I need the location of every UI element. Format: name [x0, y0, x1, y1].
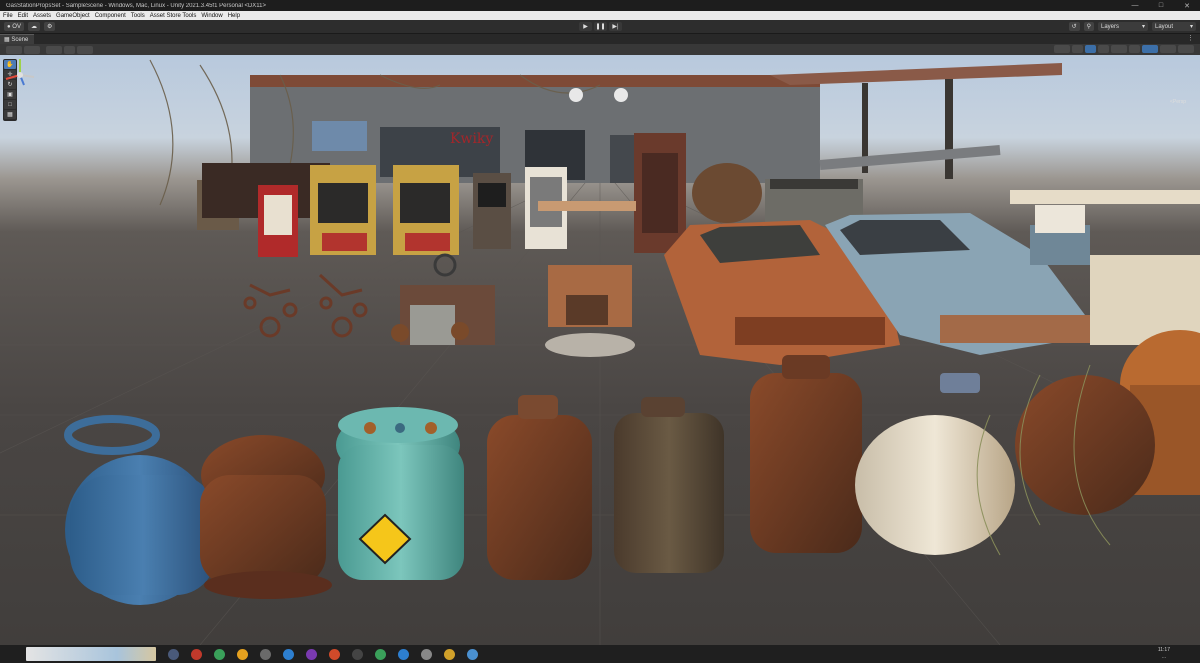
pause-icon: ❚❚ [595, 24, 606, 30]
menu-window[interactable]: Window [201, 13, 222, 19]
taskbar-app-icon[interactable] [398, 648, 409, 660]
menu-component[interactable]: Component [95, 13, 126, 19]
camera-button[interactable] [1142, 45, 1158, 53]
collab-icon: ⚙ [46, 24, 53, 30]
grid-snap-button[interactable] [46, 45, 62, 54]
taskbar-app-icon[interactable] [352, 648, 363, 660]
layers-dropdown[interactable]: Layers ▾ [1098, 22, 1148, 31]
play-controls: ▶ ❚❚ ▶| [577, 22, 622, 31]
taskbar-app-icon[interactable] [329, 648, 340, 660]
taskbar-clock[interactable]: 11:17 ... [1158, 647, 1170, 661]
gizmos-button[interactable] [1160, 45, 1176, 53]
taskbar-app-icon[interactable] [444, 648, 455, 660]
taskbar-app-icon[interactable] [375, 648, 386, 660]
step-button[interactable]: ▶| [609, 22, 622, 31]
persp-label: <Persp [1170, 99, 1186, 105]
taskbar-app-icon[interactable] [168, 648, 179, 660]
account-button[interactable]: ● OV [4, 22, 24, 31]
scene-view-toolbar [0, 44, 1200, 55]
taskbar-app-icon[interactable] [191, 648, 202, 660]
taskbar-app-icon[interactable] [283, 648, 294, 660]
transform-tool-button[interactable]: ▦ [4, 110, 16, 119]
taskbar-app-icon[interactable] [467, 648, 478, 660]
close-icon[interactable]: ✕ [1174, 0, 1200, 11]
taskbar-app-icon[interactable] [260, 648, 271, 660]
taskbar-app-icon[interactable] [306, 648, 317, 660]
cloud-button[interactable]: ☁ [27, 22, 40, 31]
layout-dropdown[interactable]: Layout ▾ [1152, 22, 1196, 31]
tab-scene-label: Scene [11, 36, 29, 43]
cloud-icon: ☁ [30, 24, 37, 30]
scene-tab-icon: ▦ [4, 37, 12, 43]
scene-viewport[interactable]: Kwiky ✋ ✛ ↻ ▣ □ ▦ <Persp [0, 55, 1200, 645]
main-toolbar: ● OV ☁ ⚙ ▶ ❚❚ ▶| ↺ ⚲ Layers ▾ Layout ▾ [0, 20, 1200, 34]
account-label: OV [12, 23, 21, 30]
pause-button[interactable]: ❚❚ [594, 22, 607, 31]
play-icon: ▶ [583, 24, 588, 30]
scene-render: Kwiky [0, 59, 1200, 645]
maximize-icon[interactable]: □ [1148, 0, 1174, 11]
orientation-gizmo-icon[interactable] [0, 55, 40, 99]
taskbar-app-icon[interactable] [214, 648, 225, 660]
hidden-objects-button[interactable] [1129, 45, 1140, 53]
play-button[interactable]: ▶ [579, 22, 592, 31]
menu-asset-store-tools[interactable]: Asset Store Tools [150, 13, 197, 19]
tool-handle-rotation-button[interactable] [24, 45, 40, 54]
layers-label: Layers [1101, 23, 1120, 30]
window-titlebar: GasStationPropsSet - SampleScene - Windo… [0, 0, 1200, 11]
step-icon: ▶| [612, 24, 619, 30]
tractor [391, 253, 495, 345]
chevron-down-icon: ▾ [1141, 24, 1145, 30]
window-title: GasStationPropsSet - SampleScene - Windo… [6, 2, 267, 9]
menu-tools[interactable]: Tools [131, 13, 145, 19]
scene-search-button[interactable] [1178, 45, 1194, 53]
taskbar-app-icon[interactable] [421, 648, 432, 660]
collab-button[interactable]: ⚙ [43, 22, 56, 31]
tab-menu-icon[interactable]: ⋮ [1187, 34, 1194, 42]
menu-bar: File Edit Assets GameObject Component To… [0, 11, 1200, 20]
foreground-barrels [64, 355, 1155, 605]
chevron-down-icon: ▾ [1189, 24, 1193, 30]
menu-edit[interactable]: Edit [18, 13, 28, 19]
tool-handle-position-button[interactable] [6, 45, 22, 54]
lighting-toggle-button[interactable] [1085, 45, 1096, 53]
minimize-icon[interactable]: — [1122, 0, 1148, 11]
windows-taskbar: 11:17 ... [0, 645, 1200, 663]
effects-button[interactable] [1111, 45, 1127, 53]
scene-tab-bar: ▦ Scene ⋮ [0, 34, 1200, 44]
draw-mode-button[interactable] [1054, 45, 1070, 53]
toolbar-right: ↺ ⚲ Layers ▾ Layout ▾ [1065, 22, 1196, 31]
clock-time: 11:17 [1157, 647, 1170, 653]
taskbar-search-box[interactable] [26, 647, 156, 661]
transform-icon: ▦ [7, 112, 13, 118]
menu-gameobject[interactable]: GameObject [56, 13, 90, 19]
audio-toggle-button[interactable] [1098, 45, 1109, 53]
rect-icon: □ [8, 101, 12, 108]
search-button[interactable]: ⚲ [1083, 22, 1094, 31]
history-button[interactable]: ↺ [1068, 22, 1080, 31]
search-icon: ⚲ [1086, 24, 1091, 30]
svg-text:Kwiky: Kwiky [450, 131, 493, 147]
menu-assets[interactable]: Assets [33, 13, 51, 19]
tab-scene[interactable]: ▦ Scene [0, 34, 35, 44]
snap-increment-button[interactable] [77, 45, 93, 54]
taskbar-app-icon[interactable] [237, 648, 248, 660]
clock-date: ... [1161, 654, 1166, 660]
grid-toggle-button[interactable] [64, 45, 75, 54]
menu-help[interactable]: Help [228, 13, 240, 19]
history-icon: ↺ [1071, 24, 1077, 30]
scene-view-options [1052, 45, 1194, 53]
2d-toggle-button[interactable] [1072, 45, 1083, 53]
rect-tool-button[interactable]: □ [4, 100, 16, 109]
layout-label: Layout [1155, 23, 1174, 30]
menu-file[interactable]: File [3, 13, 13, 19]
